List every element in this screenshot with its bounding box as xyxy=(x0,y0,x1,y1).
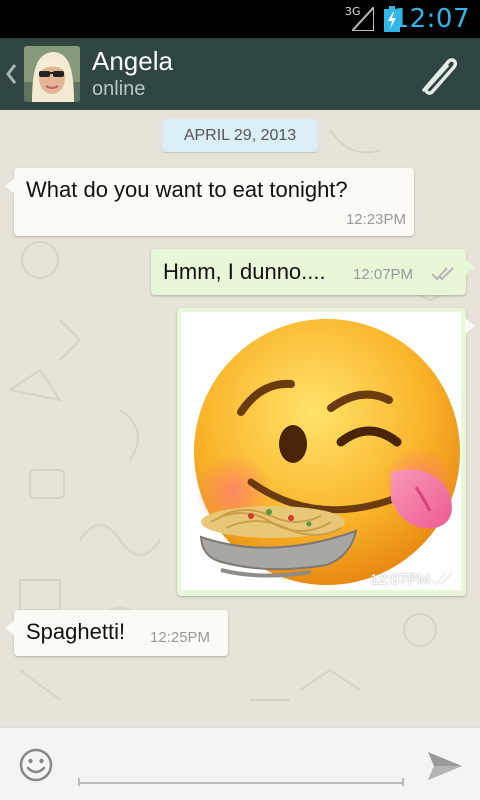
bubble-tail xyxy=(465,318,475,334)
signal-icon xyxy=(352,7,374,31)
winking-emoji-with-noodles xyxy=(194,319,460,585)
message-list[interactable]: APRIL 29, 2013 What do you want to eat t… xyxy=(0,110,480,727)
bubble-tail xyxy=(465,259,475,275)
paperclip-icon[interactable] xyxy=(414,52,460,96)
message-time: 12:07PM xyxy=(353,266,414,283)
message-time: 12:25PM xyxy=(150,629,211,646)
shared-image[interactable] xyxy=(181,312,461,590)
clock: 12:07 xyxy=(392,4,470,34)
message-bubble-incoming[interactable]: What do you want to eat tonight? 12:23PM xyxy=(5,168,414,236)
bubble-tail xyxy=(5,620,15,636)
read-ticks-icon xyxy=(430,572,453,586)
message-bubble-incoming[interactable]: Spaghetti! 12:25PM xyxy=(5,610,228,656)
send-icon[interactable] xyxy=(424,748,464,784)
bubble-tail xyxy=(5,178,15,194)
date-separator: APRIL 29, 2013 xyxy=(162,119,318,152)
chevron-left-icon[interactable] xyxy=(4,62,18,86)
smiley-icon[interactable] xyxy=(18,747,54,783)
read-ticks-icon xyxy=(431,267,454,281)
status-bar: 3G 12:07 xyxy=(0,0,480,38)
image-message-bubble[interactable]: 12:07PM xyxy=(177,308,475,596)
message-time: 12:07PM xyxy=(369,571,430,588)
input-underline-edge xyxy=(78,778,80,786)
compose-bar xyxy=(0,727,480,800)
message-time: 12:23PM xyxy=(345,211,406,228)
message-input[interactable] xyxy=(78,742,404,784)
contact-status: online xyxy=(92,78,146,100)
message-text: What do you want to eat tonight? xyxy=(26,177,348,202)
message-text: Spaghetti! xyxy=(26,619,126,644)
message-bubble-outgoing[interactable]: Hmm, I dunno.... 12:07PM xyxy=(151,249,475,295)
message-text: Hmm, I dunno.... xyxy=(163,259,326,284)
conversation-header: Angela online xyxy=(0,38,480,110)
input-underline-edge xyxy=(402,778,404,786)
avatar[interactable] xyxy=(24,46,80,102)
contact-name[interactable]: Angela xyxy=(92,46,173,77)
